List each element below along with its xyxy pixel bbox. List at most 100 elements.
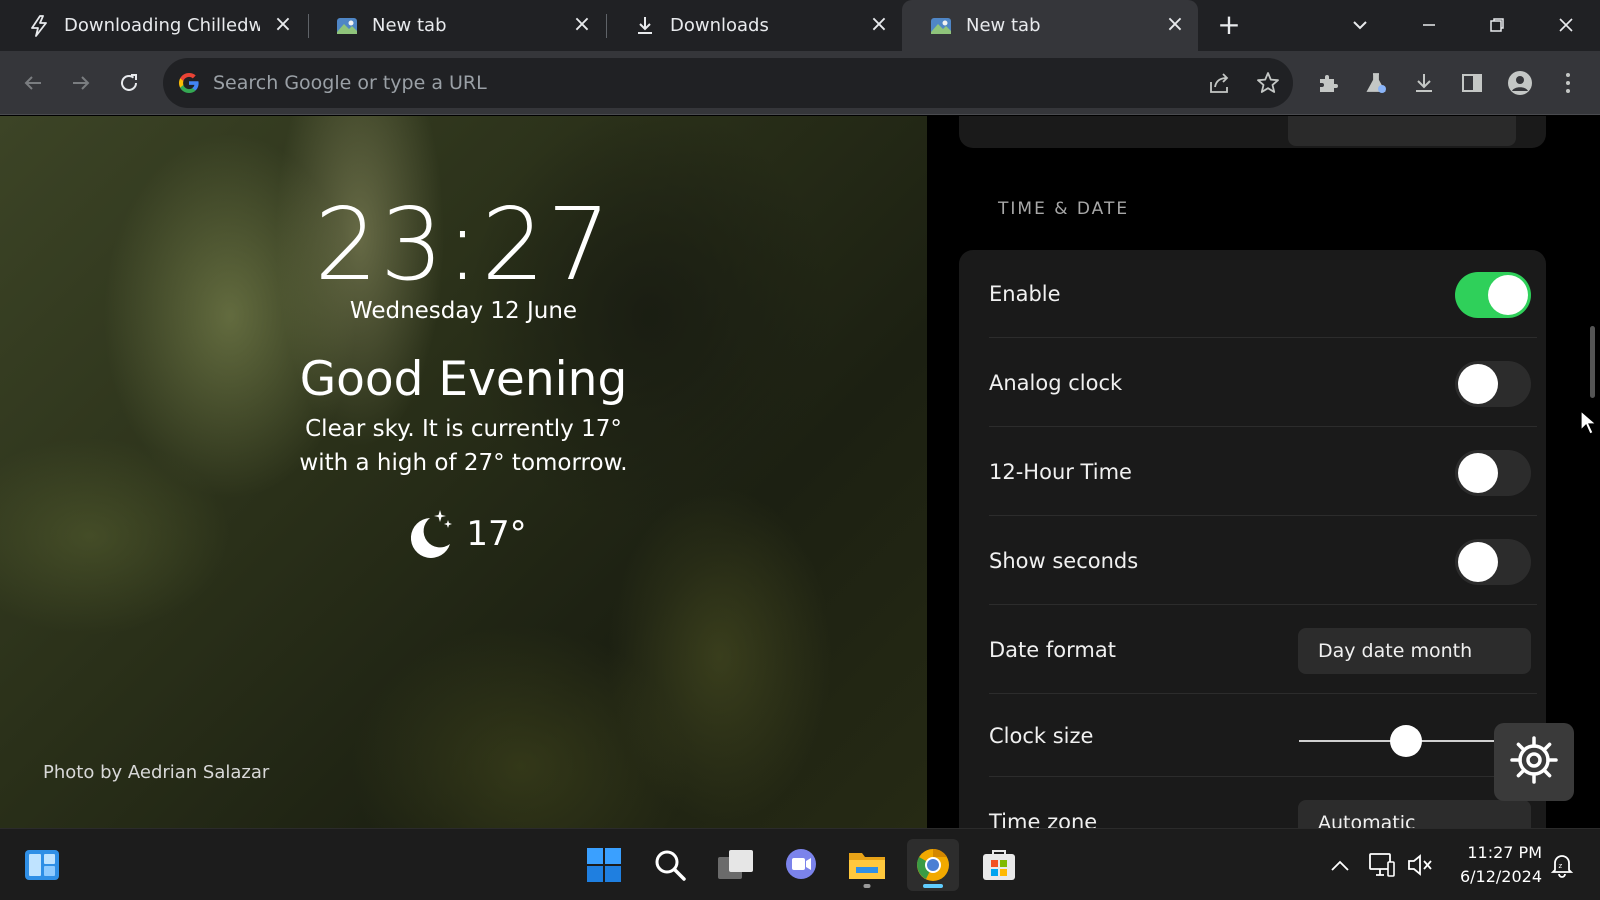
google-g-icon xyxy=(177,71,201,95)
tab-title: Downloads xyxy=(670,15,769,36)
reload-icon[interactable] xyxy=(113,67,145,99)
teams-chat-icon[interactable] xyxy=(775,839,827,891)
setting-row-clock-size: Clock size xyxy=(989,695,1537,777)
tab-downloading-chilledwindows[interactable]: Downloading Chilledwindows × xyxy=(0,0,306,51)
svg-text:z: z xyxy=(1559,862,1563,870)
toggle-knob xyxy=(1458,542,1498,582)
photo-credit[interactable]: Photo by Aedrian Salazar xyxy=(43,762,269,783)
current-weather: 17° xyxy=(0,506,927,562)
extensions-puzzle-icon[interactable] xyxy=(1312,67,1344,99)
chevron-up-icon[interactable] xyxy=(1324,847,1356,883)
previous-select[interactable] xyxy=(1288,116,1516,146)
bookmark-star-icon[interactable] xyxy=(1255,70,1281,100)
gear-icon xyxy=(1507,733,1561,791)
date-format-select[interactable]: Day date month xyxy=(1298,628,1531,674)
weather-description: Clear sky. It is currently 17° with a hi… xyxy=(0,412,927,480)
task-view-icon[interactable] xyxy=(710,839,762,891)
page-content: 23:27 Wednesday 12 June Good Evening Cle… xyxy=(0,116,1600,828)
landscape-icon xyxy=(930,15,952,37)
date-display: Wednesday 12 June xyxy=(349,298,578,324)
mouse-cursor-icon xyxy=(1580,409,1598,440)
tab-title: Downloading Chilledwindows xyxy=(64,15,260,36)
minimize-icon[interactable] xyxy=(1414,10,1444,40)
tab-downloads[interactable]: Downloads × xyxy=(606,0,902,51)
bolt-icon xyxy=(28,14,50,37)
download-icon[interactable] xyxy=(1408,67,1440,99)
weather-line-1: Clear sky. It is currently 17° xyxy=(305,416,622,442)
windows-taskbar: 11:27 PM 6/12/2024 z xyxy=(0,828,1600,900)
greeting: Good Evening xyxy=(299,352,628,407)
share-icon[interactable] xyxy=(1207,70,1233,100)
microsoft-store-icon[interactable] xyxy=(973,839,1025,891)
landscape-icon xyxy=(336,15,358,37)
omnibox[interactable] xyxy=(163,58,1293,108)
network-display-icon[interactable] xyxy=(1366,847,1398,883)
system-time: 11:27 PM xyxy=(1467,843,1542,862)
setting-row-12-hour-time: 12-Hour Time xyxy=(989,428,1537,516)
show-seconds-toggle[interactable] xyxy=(1455,539,1531,585)
setting-label: Show seconds xyxy=(989,549,1139,573)
setting-row-time-zone: Time zone Automatic xyxy=(989,778,1537,828)
close-icon[interactable]: × xyxy=(571,14,593,36)
background-photo: 23:27 Wednesday 12 June Good Evening Cle… xyxy=(0,116,927,828)
search-icon[interactable] xyxy=(644,839,696,891)
setting-row-enable: Enable xyxy=(989,250,1537,338)
search-input[interactable] xyxy=(213,68,1113,98)
new-tab-button[interactable]: + xyxy=(1215,11,1243,40)
tab-title: New tab xyxy=(372,15,447,36)
forward-arrow-icon[interactable] xyxy=(65,67,97,99)
system-date: 6/12/2024 xyxy=(1459,867,1542,886)
slider-thumb[interactable] xyxy=(1390,725,1423,757)
section-title-time-date: TIME & DATE xyxy=(998,199,1130,219)
profile-avatar-icon[interactable] xyxy=(1504,67,1536,99)
widgets-icon[interactable] xyxy=(16,839,68,891)
time-date-card: Enable Analog clock 12-Hour Time Show se… xyxy=(959,250,1546,828)
setting-row-show-seconds: Show seconds xyxy=(989,517,1537,605)
current-temperature: 17° xyxy=(466,514,527,554)
more-menu-icon[interactable] xyxy=(1552,67,1584,99)
toggle-knob xyxy=(1488,275,1528,315)
running-indicator xyxy=(863,884,871,888)
moon-stars-icon xyxy=(400,506,456,562)
labs-flask-icon[interactable] xyxy=(1360,67,1392,99)
system-clock[interactable]: 11:27 PM 6/12/2024 xyxy=(1440,841,1542,889)
12-hour-time-toggle[interactable] xyxy=(1455,450,1531,496)
setting-label: Enable xyxy=(989,282,1061,306)
tab-strip: Downloading Chilledwindows × New tab × D… xyxy=(0,0,1600,51)
settings-gear-button[interactable] xyxy=(1494,723,1574,801)
enable-toggle[interactable] xyxy=(1455,272,1531,318)
windows-start-icon[interactable] xyxy=(578,839,630,891)
tab-title: New tab xyxy=(966,15,1041,36)
file-explorer-icon[interactable] xyxy=(841,839,893,891)
close-icon[interactable]: × xyxy=(272,14,294,36)
chrome-canary-icon[interactable] xyxy=(907,839,959,891)
analog-clock-toggle[interactable] xyxy=(1455,361,1531,407)
restore-icon[interactable] xyxy=(1482,10,1512,40)
setting-label: Date format xyxy=(989,638,1116,662)
tab-search-chevron-icon[interactable] xyxy=(1345,10,1375,40)
time-zone-select[interactable]: Automatic xyxy=(1298,800,1531,828)
setting-label: 12-Hour Time xyxy=(989,460,1132,484)
close-icon[interactable]: × xyxy=(868,14,890,36)
active-app-indicator xyxy=(923,884,943,888)
digital-clock: 23:27 xyxy=(314,186,613,303)
window-close-icon[interactable] xyxy=(1551,10,1581,40)
scrollbar-thumb[interactable] xyxy=(1590,326,1595,398)
setting-label: Analog clock xyxy=(989,371,1123,395)
weather-line-2: with a high of 27° tomorrow. xyxy=(299,450,628,476)
tab-new-tab-active[interactable]: New tab × xyxy=(902,0,1198,51)
back-arrow-icon[interactable] xyxy=(17,67,49,99)
close-icon[interactable]: × xyxy=(1164,14,1186,36)
setting-label: Time zone xyxy=(989,810,1098,828)
previous-settings-card xyxy=(959,116,1546,148)
volume-muted-icon[interactable] xyxy=(1404,847,1436,883)
toggle-knob xyxy=(1458,453,1498,493)
toggle-knob xyxy=(1458,364,1498,404)
download-icon xyxy=(634,15,656,37)
setting-row-date-format: Date format Day date month xyxy=(989,606,1537,694)
tab-new-tab-1[interactable]: New tab × xyxy=(308,0,605,51)
notification-bell-icon[interactable]: z xyxy=(1546,847,1578,883)
settings-panel: TIME & DATE Enable Analog clock 12-Hour … xyxy=(927,116,1600,828)
setting-label: Clock size xyxy=(989,724,1094,748)
side-panel-icon[interactable] xyxy=(1456,67,1488,99)
